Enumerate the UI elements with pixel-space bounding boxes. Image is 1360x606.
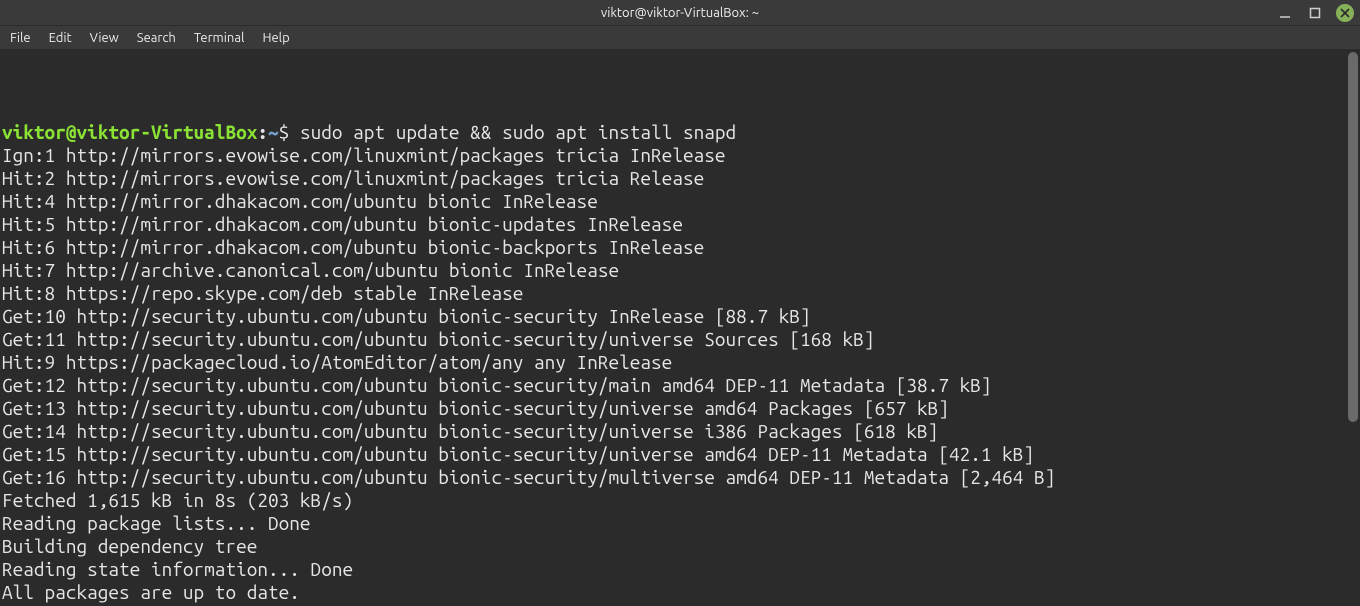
menu-search[interactable]: Search (137, 31, 176, 45)
menu-view[interactable]: View (90, 31, 119, 45)
close-button[interactable] (1336, 4, 1354, 22)
output-line: Hit:2 http://mirrors.evowise.com/linuxmi… (2, 167, 1358, 190)
output-line: Hit:6 http://mirror.dhakacom.com/ubuntu … (2, 236, 1358, 259)
output-line: Get:13 http://security.ubuntu.com/ubuntu… (2, 397, 1358, 420)
output-line: Building dependency tree (2, 535, 1358, 558)
window-controls (1276, 0, 1354, 25)
output-line: Reading package lists... Done (2, 512, 1358, 535)
prompt-colon: : (257, 121, 268, 143)
terminal-output: Ign:1 http://mirrors.evowise.com/linuxmi… (2, 144, 1358, 606)
output-line: Get:11 http://security.ubuntu.com/ubuntu… (2, 328, 1358, 351)
menu-bar: File Edit View Search Terminal Help (0, 26, 1360, 50)
output-line: Get:15 http://security.ubuntu.com/ubuntu… (2, 443, 1358, 466)
command-text: sudo apt update && sudo apt install snap… (300, 121, 736, 143)
menu-terminal[interactable]: Terminal (194, 31, 245, 45)
output-line: Get:10 http://security.ubuntu.com/ubuntu… (2, 305, 1358, 328)
output-line: Hit:4 http://mirror.dhakacom.com/ubuntu … (2, 190, 1358, 213)
output-line: Reading state information... Done (2, 558, 1358, 581)
output-line: Get:14 http://security.ubuntu.com/ubuntu… (2, 420, 1358, 443)
output-line: All packages are up to date. (2, 581, 1358, 604)
window-title: viktor@viktor-VirtualBox: ~ (601, 6, 759, 20)
minimize-button[interactable] (1276, 4, 1294, 22)
output-line: Get:16 http://security.ubuntu.com/ubuntu… (2, 466, 1358, 489)
output-line: Get:12 http://security.ubuntu.com/ubuntu… (2, 374, 1358, 397)
output-line: Ign:1 http://mirrors.evowise.com/linuxmi… (2, 144, 1358, 167)
menu-help[interactable]: Help (262, 31, 289, 45)
prompt-symbol: $ (279, 121, 290, 143)
output-line: Hit:8 https://repo.skype.com/deb stable … (2, 282, 1358, 305)
window-titlebar: viktor@viktor-VirtualBox: ~ (0, 0, 1360, 26)
terminal-area[interactable]: viktor@viktor-VirtualBox:~$ sudo apt upd… (0, 50, 1360, 606)
scrollbar-thumb[interactable] (1348, 52, 1358, 422)
output-line: Hit:9 https://packagecloud.io/AtomEditor… (2, 351, 1358, 374)
output-line: Hit:7 http://archive.canonical.com/ubunt… (2, 259, 1358, 282)
prompt-user-host: viktor@viktor-VirtualBox (2, 121, 257, 143)
prompt-path: ~ (268, 121, 279, 143)
menu-file[interactable]: File (10, 31, 31, 45)
maximize-button[interactable] (1306, 4, 1324, 22)
output-line: Fetched 1,615 kB in 8s (203 kB/s) (2, 489, 1358, 512)
prompt-line: viktor@viktor-VirtualBox:~$ sudo apt upd… (2, 121, 1358, 144)
menu-edit[interactable]: Edit (49, 31, 72, 45)
output-line: Hit:5 http://mirror.dhakacom.com/ubuntu … (2, 213, 1358, 236)
